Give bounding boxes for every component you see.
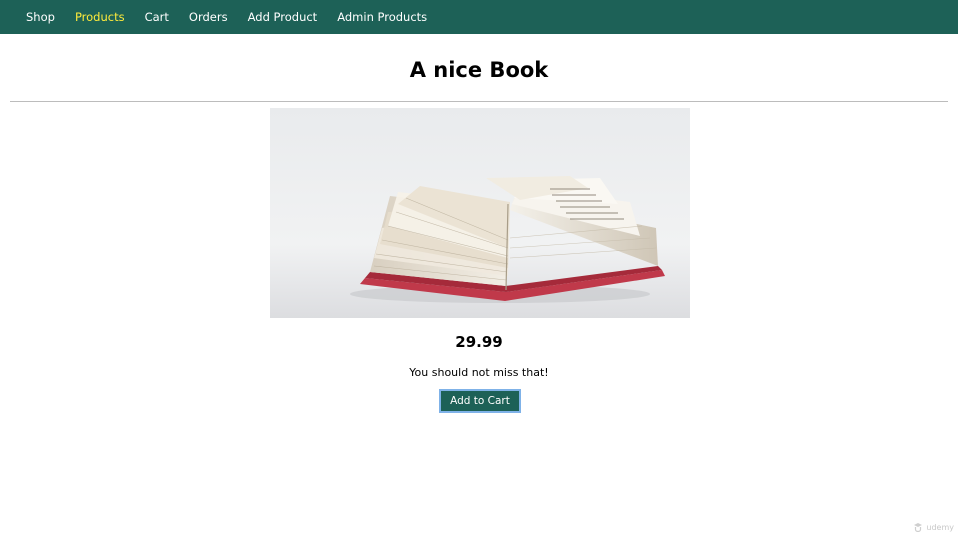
- main-navigation: Shop Products Cart Orders Add Product Ad…: [0, 0, 958, 34]
- product-description: You should not miss that!: [409, 366, 549, 379]
- product-image: [270, 108, 690, 318]
- title-divider: [10, 101, 948, 102]
- add-to-cart-button[interactable]: Add to Cart: [439, 389, 521, 413]
- udemy-watermark: udemy: [913, 522, 954, 532]
- nav-item-products[interactable]: Products: [75, 10, 125, 24]
- watermark-text: udemy: [926, 522, 954, 532]
- nav-item-shop[interactable]: Shop: [26, 10, 55, 24]
- product-price: 29.99: [455, 333, 503, 351]
- nav-item-add-product[interactable]: Add Product: [248, 10, 318, 24]
- nav-item-orders[interactable]: Orders: [189, 10, 228, 24]
- nav-item-admin-products[interactable]: Admin Products: [337, 10, 427, 24]
- open-book-photo: [270, 108, 690, 318]
- nav-item-cart[interactable]: Cart: [145, 10, 169, 24]
- product-title: A nice Book: [409, 58, 549, 82]
- udemy-logo-icon: [914, 523, 923, 532]
